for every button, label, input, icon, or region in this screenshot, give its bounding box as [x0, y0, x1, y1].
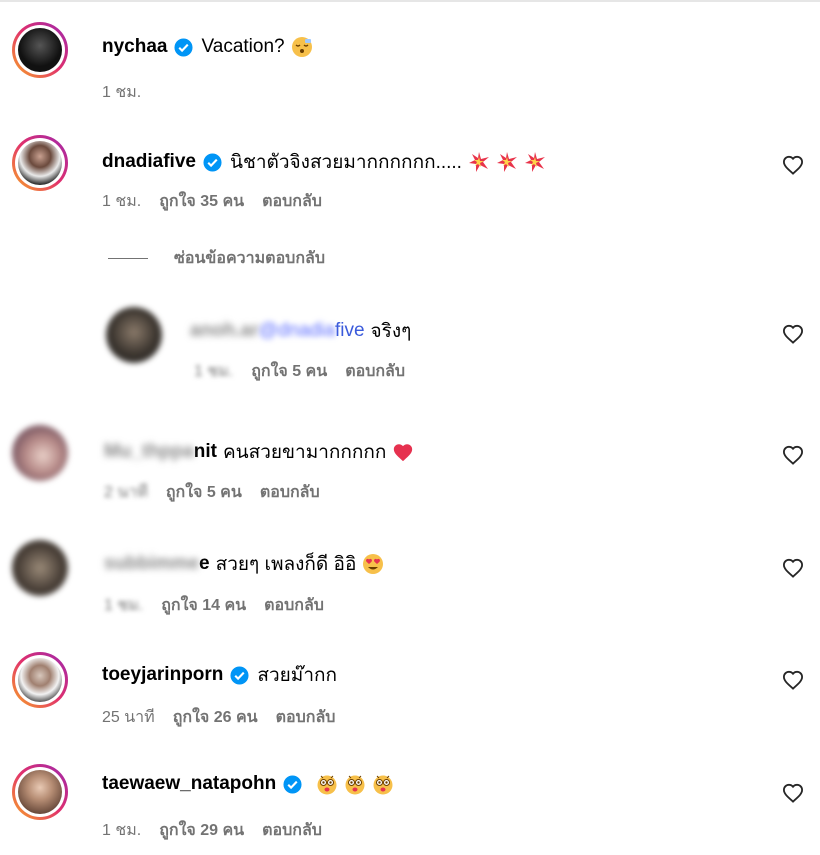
heart-icon[interactable] — [782, 670, 804, 690]
comment-time: 25 นาที — [102, 709, 155, 726]
comment-likes[interactable]: ถูกใจ 26 คน — [173, 705, 258, 730]
blurred-username[interactable]: Mu_thppa — [104, 441, 194, 463]
comment-time: 1 ชม. — [102, 193, 142, 210]
comment-username[interactable]: dnadiafive — [102, 151, 196, 173]
astonished-emoji-icon — [345, 775, 365, 795]
reply-button[interactable]: ตอบกลับ — [260, 480, 320, 505]
blurred-username[interactable]: subbimme — [104, 553, 199, 575]
comment-text: จริงๆ — [370, 321, 412, 342]
comment-text: นิชาตัวจิงสวยมากกกกกก..... — [229, 152, 462, 173]
mention-link[interactable]: five — [335, 320, 365, 342]
blurred-mention[interactable]: @dnadia — [259, 320, 335, 342]
comment-likes[interactable]: ถูกใจ 5 คน — [166, 480, 242, 505]
comment-time: 1 ชม. — [102, 822, 142, 839]
comment-text: สวยม๊ากก — [257, 665, 338, 686]
avatar[interactable] — [12, 540, 68, 596]
avatar[interactable] — [12, 135, 68, 191]
reply-button[interactable]: ตอบกลับ — [345, 359, 405, 384]
comment-text: สวยๆ เพลงก็ดี อิอิ — [215, 554, 357, 575]
reply-button[interactable]: ตอบกลับ — [262, 189, 322, 214]
comment-likes[interactable]: ถูกใจ 29 คน — [159, 818, 244, 843]
reply-button[interactable]: ตอบกลับ — [264, 593, 324, 618]
comment-text: Vacation? — [201, 36, 285, 57]
comment-likes[interactable]: ถูกใจ 5 คน — [251, 359, 327, 384]
top-divider — [0, 0, 820, 2]
hide-replies-label: ซ่อนข้อความตอบกลับ — [174, 250, 325, 267]
heart-icon[interactable] — [782, 155, 804, 175]
comment-username[interactable]: nit — [194, 441, 217, 463]
comment-time: 1 ชม. — [104, 597, 144, 614]
heart-icon[interactable] — [782, 324, 804, 344]
comment-username[interactable]: taewaew_natapohn — [102, 773, 276, 795]
verified-badge-icon — [174, 37, 194, 57]
collision-emoji-icon — [524, 152, 545, 172]
heart-icon[interactable] — [782, 558, 804, 578]
heart-eyes-emoji-icon — [363, 554, 384, 574]
comment-username[interactable]: nychaa — [102, 36, 167, 58]
verified-badge-icon — [203, 152, 222, 172]
verified-badge-icon — [230, 665, 249, 685]
verified-badge-icon — [283, 774, 302, 794]
hide-replies-button[interactable]: ซ่อนข้อความตอบกลับ — [108, 246, 325, 271]
heart-icon[interactable] — [782, 445, 804, 465]
comment-username[interactable]: e — [199, 553, 210, 575]
collision-emoji-icon — [496, 152, 517, 172]
astonished-emoji-icon — [317, 775, 337, 795]
avatar[interactable] — [12, 22, 68, 78]
comment-username[interactable]: toeyjarinporn — [102, 664, 223, 686]
comment-time: 2 นาที — [104, 484, 148, 501]
comment-time: 1 ชม. — [102, 84, 142, 101]
blurred-username[interactable]: anoh.ar — [190, 320, 259, 342]
reply-button[interactable]: ตอบกลับ — [262, 818, 322, 843]
avatar[interactable] — [12, 425, 68, 481]
avatar[interactable] — [106, 307, 162, 363]
sleepy-face-emoji-icon — [291, 37, 312, 57]
avatar[interactable] — [12, 764, 68, 820]
comment-likes[interactable]: ถูกใจ 14 คน — [161, 593, 246, 618]
divider-line — [108, 258, 148, 259]
reply-button[interactable]: ตอบกลับ — [276, 705, 336, 730]
comment-text: คนสวยขามากกกกก — [222, 442, 387, 463]
comment-likes[interactable]: ถูกใจ 35 คน — [159, 189, 244, 214]
heart-icon[interactable] — [782, 783, 804, 803]
astonished-emoji-icon — [373, 775, 393, 795]
comment-time: 1 ชม. — [194, 363, 234, 380]
heart-emoji-icon — [394, 444, 413, 462]
avatar[interactable] — [12, 652, 68, 708]
collision-emoji-icon — [468, 152, 489, 172]
